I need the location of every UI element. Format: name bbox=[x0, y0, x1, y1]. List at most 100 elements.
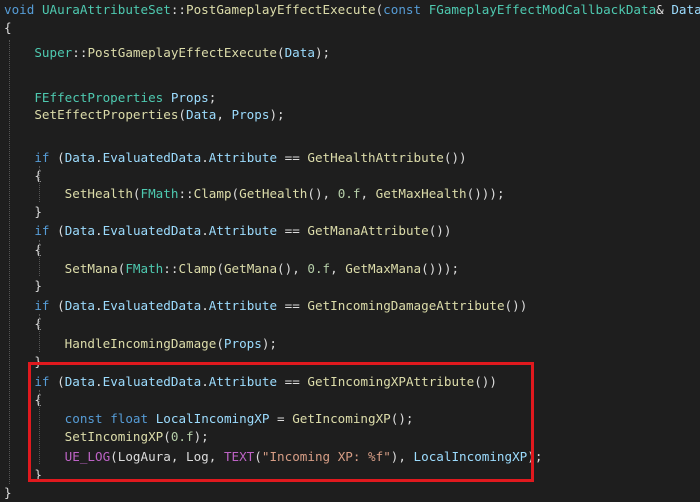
code-token: ( bbox=[49, 150, 65, 165]
code-line[interactable]: SetEffectProperties(Data, Props); bbox=[4, 106, 285, 124]
code-token: ())); bbox=[466, 186, 505, 201]
code-token: == bbox=[277, 223, 308, 238]
code-token: Super bbox=[34, 45, 73, 60]
code-line[interactable]: { bbox=[4, 19, 12, 37]
code-token: GetHealthAttribute bbox=[307, 150, 444, 165]
code-token: Attribute bbox=[208, 298, 278, 313]
code-token: == bbox=[277, 298, 308, 313]
code-line[interactable]: if (Data.EvaluatedData.Attribute == GetI… bbox=[4, 297, 527, 315]
code-token: if bbox=[34, 298, 50, 313]
code-token: . bbox=[201, 150, 209, 165]
code-token: ); bbox=[314, 45, 331, 60]
code-token: & bbox=[656, 2, 672, 17]
code-line[interactable]: if (Data.EvaluatedData.Attribute == GetH… bbox=[4, 149, 467, 167]
code-token: ( bbox=[231, 186, 240, 201]
code-token: ); bbox=[269, 107, 285, 122]
code-token: SetHealth bbox=[64, 186, 133, 201]
code-token: UAuraAttributeSet bbox=[41, 2, 171, 17]
code-token: , bbox=[360, 186, 376, 201]
code-token: ( bbox=[132, 186, 141, 201]
code-token: (), bbox=[307, 186, 338, 201]
code-token: 0.f bbox=[307, 261, 331, 276]
code-token: ()) bbox=[443, 150, 467, 165]
code-token: ( bbox=[178, 107, 186, 122]
code-token: Data bbox=[64, 150, 96, 165]
indent-guide bbox=[9, 40, 10, 484]
code-token: EvaluatedData bbox=[102, 223, 202, 238]
code-token: GetMaxHealth bbox=[375, 186, 467, 201]
code-token: FGameplayEffectModCallbackData bbox=[428, 2, 657, 17]
code-token: GetManaAttribute bbox=[307, 223, 429, 238]
code-token: Attribute bbox=[208, 150, 278, 165]
code-token: Data bbox=[64, 223, 96, 238]
code-token: FMath bbox=[125, 261, 164, 276]
code-token: ); bbox=[261, 336, 278, 351]
code-token: ()) bbox=[504, 298, 528, 313]
indent-guide bbox=[39, 314, 40, 352]
code-token: if bbox=[34, 150, 50, 165]
indent-guide bbox=[39, 240, 40, 276]
code-token: ; bbox=[208, 90, 217, 105]
code-token: Data bbox=[186, 107, 217, 122]
code-token: :: bbox=[170, 2, 187, 17]
code-token: PostGameplayEffectExecute bbox=[186, 2, 376, 17]
code-token: GetIncomingDamageAttribute bbox=[307, 298, 505, 313]
code-line[interactable]: SetHealth(FMath::Clamp(GetHealth(), 0.f,… bbox=[4, 185, 505, 203]
code-token: . bbox=[201, 223, 209, 238]
code-token: ( bbox=[216, 336, 224, 351]
code-token: EvaluatedData bbox=[102, 150, 202, 165]
highlight-annotation-box bbox=[28, 362, 534, 482]
code-token: ( bbox=[49, 298, 65, 313]
code-token: Data bbox=[671, 2, 700, 17]
code-token: , bbox=[330, 261, 346, 276]
code-token: HandleIncomingDamage bbox=[64, 336, 217, 351]
code-token: PostGameplayEffectExecute bbox=[87, 45, 277, 60]
code-token: Data bbox=[284, 45, 315, 60]
code-token: ( bbox=[49, 223, 65, 238]
code-token: :: bbox=[178, 186, 194, 201]
code-line[interactable]: if (Data.EvaluatedData.Attribute == GetM… bbox=[4, 222, 451, 240]
code-token: ()) bbox=[428, 223, 452, 238]
code-token: :: bbox=[163, 261, 179, 276]
code-token: const bbox=[383, 2, 422, 17]
code-token: } bbox=[4, 485, 12, 500]
code-token: Props bbox=[170, 90, 209, 105]
code-token: if bbox=[34, 223, 50, 238]
code-token: Clamp bbox=[193, 186, 232, 201]
code-token: Data bbox=[64, 298, 96, 313]
code-token: ( bbox=[216, 261, 224, 276]
code-token: . bbox=[95, 298, 103, 313]
code-token: GetMana bbox=[223, 261, 278, 276]
code-token: FMath bbox=[140, 186, 179, 201]
code-token: EvaluatedData bbox=[102, 298, 202, 313]
code-token: (), bbox=[277, 261, 308, 276]
code-token: GetMaxMana bbox=[345, 261, 422, 276]
code-token: ( bbox=[277, 45, 285, 60]
code-token: SetEffectProperties bbox=[34, 107, 179, 122]
code-token: == bbox=[277, 150, 308, 165]
code-line[interactable]: HandleIncomingDamage(Props); bbox=[4, 335, 277, 353]
indent-guide bbox=[39, 166, 40, 202]
code-editor[interactable]: void UAuraAttributeSet::PostGameplayEffe… bbox=[0, 0, 700, 500]
code-token: Props bbox=[231, 107, 270, 122]
code-token: { bbox=[4, 20, 12, 35]
code-token: :: bbox=[72, 45, 88, 60]
code-token: void bbox=[4, 2, 35, 17]
code-token: SetMana bbox=[64, 261, 118, 276]
code-line[interactable]: } bbox=[4, 484, 12, 502]
code-token: 0.f bbox=[337, 186, 361, 201]
code-token: , bbox=[216, 107, 232, 122]
code-token: Props bbox=[223, 336, 262, 351]
code-line[interactable]: void UAuraAttributeSet::PostGameplayEffe… bbox=[4, 1, 700, 19]
code-line[interactable]: SetMana(FMath::Clamp(GetMana(), 0.f, Get… bbox=[4, 260, 459, 278]
code-token: Clamp bbox=[178, 261, 217, 276]
code-line[interactable]: Super::PostGameplayEffectExecute(Data); bbox=[4, 44, 330, 62]
code-token: . bbox=[95, 223, 103, 238]
code-line[interactable]: FEffectProperties Props; bbox=[4, 89, 216, 107]
